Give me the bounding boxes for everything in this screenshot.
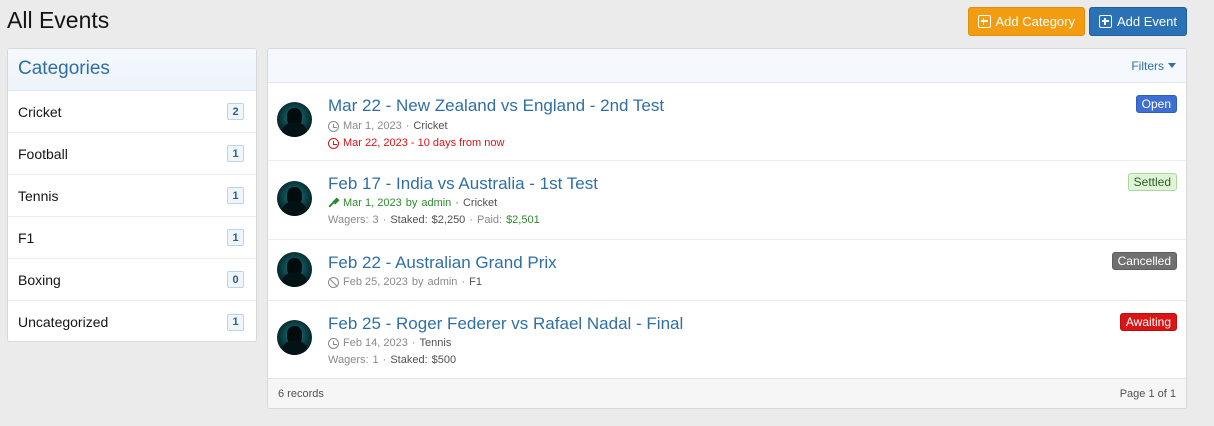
clock-icon xyxy=(328,121,339,132)
separator-dot: · xyxy=(455,197,459,209)
category-count-badge: 1 xyxy=(227,229,244,246)
category-label: F1 xyxy=(18,229,35,246)
wagers-label: Wagers: xyxy=(328,214,369,226)
separator-dot: · xyxy=(461,276,466,288)
event-category-link[interactable]: Cricket xyxy=(463,195,497,212)
event-stats: Wagers: 3 · Staked: $2,250 · Paid: $2,50… xyxy=(328,212,1176,229)
event-meta: Mar 1, 2023 by admin · Cricket xyxy=(328,195,1176,212)
sidebar-item-football[interactable]: Football 1 xyxy=(8,133,256,175)
plus-square-icon xyxy=(977,15,991,28)
wagers-value: 3 xyxy=(372,214,379,226)
event-row: Feb 17 - India vs Australia - 1st Test M… xyxy=(268,161,1186,240)
sidebar-item-tennis[interactable]: Tennis 1 xyxy=(8,175,256,217)
caret-down-icon xyxy=(1168,63,1176,68)
sidebar-item-boxing[interactable]: Boxing 0 xyxy=(8,259,256,301)
event-category-link[interactable]: F1 xyxy=(469,274,482,291)
status-badge: Cancelled xyxy=(1111,252,1177,270)
plus-square-icon xyxy=(1099,15,1112,28)
status-badge: Settled xyxy=(1127,173,1177,191)
category-label: Football xyxy=(18,145,68,162)
add-category-label: Add Category xyxy=(995,14,1076,29)
category-label: Uncategorized xyxy=(18,314,109,330)
event-by: by xyxy=(411,276,424,288)
separator-dot: · xyxy=(382,354,387,366)
event-row: Feb 22 - Australian Grand Prix Feb 25, 2… xyxy=(268,240,1186,301)
top-toolbar: Add Category Add Event xyxy=(967,7,1187,36)
category-count-badge: 0 xyxy=(227,271,244,288)
event-row: Feb 25 - Roger Federer vs Rafael Nadal -… xyxy=(268,301,1186,379)
add-event-label: Add Event xyxy=(1117,14,1177,29)
event-alarm-text: Mar 22, 2023 - 10 days from now xyxy=(343,137,505,149)
event-title-link[interactable]: Mar 22 - New Zealand vs England - 2nd Te… xyxy=(328,96,664,116)
event-category-link[interactable]: Cricket xyxy=(413,118,447,135)
category-label: Cricket xyxy=(18,103,62,120)
event-meta: Feb 25, 2023 by admin · F1 xyxy=(328,274,1176,291)
sidebar-item-cricket[interactable]: Cricket 2 xyxy=(8,91,256,133)
event-stats: Wagers: 1 · Staked: $500 xyxy=(328,352,1176,369)
event-meta: Feb 14, 2023 · Tennis xyxy=(328,335,1176,352)
staked-label: Staked: xyxy=(390,354,428,366)
records-count: 6 records xyxy=(278,387,324,400)
event-row: Mar 22 - New Zealand vs England - 2nd Te… xyxy=(268,83,1186,161)
filters-dropdown[interactable]: Filters xyxy=(1131,59,1176,73)
status-badge: Awaiting xyxy=(1119,313,1177,331)
event-category-link[interactable]: Tennis xyxy=(420,335,452,352)
avatar[interactable] xyxy=(277,252,312,287)
ban-icon xyxy=(328,277,339,288)
paid-value: $2,501 xyxy=(506,214,540,226)
events-panel-footer: 6 records Page 1 of 1 xyxy=(268,378,1186,408)
category-label: Boxing xyxy=(18,271,61,288)
separator-dot: · xyxy=(469,214,473,226)
event-author-link[interactable]: admin xyxy=(427,274,457,291)
category-count-badge: 2 xyxy=(227,103,244,120)
sidebar-item-uncategorized[interactable]: Uncategorized 1 xyxy=(8,301,256,341)
add-category-button[interactable]: Add Category xyxy=(967,7,1085,36)
avatar[interactable] xyxy=(277,320,312,355)
avatar[interactable] xyxy=(277,181,312,216)
staked-value: $500 xyxy=(431,354,457,366)
alarm-clock-icon xyxy=(328,138,339,149)
add-event-button[interactable]: Add Event xyxy=(1089,7,1187,36)
category-count-badge: 1 xyxy=(227,313,244,331)
event-date: Mar 1, 2023 xyxy=(343,197,402,209)
event-title-link[interactable]: Feb 17 - India vs Australia - 1st Test xyxy=(328,174,598,194)
filters-label: Filters xyxy=(1131,58,1164,73)
wagers-value: 1 xyxy=(372,354,379,366)
event-author-link[interactable]: admin xyxy=(421,195,451,212)
staked-value: $2,250 xyxy=(431,214,466,226)
separator-dot: · xyxy=(405,120,410,132)
clock-icon xyxy=(328,338,339,349)
events-panel: Filters Mar 22 - New Zealand vs England … xyxy=(267,48,1187,409)
event-title-link[interactable]: Feb 22 - Australian Grand Prix xyxy=(328,253,557,273)
staked-label: Staked: xyxy=(390,214,428,226)
status-badge: Open xyxy=(1135,95,1177,113)
event-alarm: Mar 22, 2023 - 10 days from now xyxy=(328,135,1176,152)
sidebar-item-f1[interactable]: F1 1 xyxy=(8,217,256,259)
categories-sidebar: Categories Cricket 2 Football 1 Tennis 1… xyxy=(7,48,257,342)
category-count-badge: 1 xyxy=(227,187,244,204)
event-by: by xyxy=(405,197,418,209)
categories-header: Categories xyxy=(8,49,256,91)
gavel-icon xyxy=(328,198,339,209)
page-title: All Events xyxy=(7,7,110,33)
event-date: Feb 25, 2023 xyxy=(343,276,408,288)
category-count-badge: 1 xyxy=(227,145,244,162)
separator-dot: · xyxy=(411,337,416,349)
category-label: Tennis xyxy=(18,187,59,204)
separator-dot: · xyxy=(382,214,387,226)
event-date: Feb 14, 2023 xyxy=(343,337,408,349)
event-date: Mar 1, 2023 xyxy=(343,120,402,132)
event-meta: Mar 1, 2023 · Cricket xyxy=(328,118,1176,135)
events-panel-header: Filters xyxy=(268,49,1186,83)
paid-label: Paid: xyxy=(476,214,503,226)
event-title-link[interactable]: Feb 25 - Roger Federer vs Rafael Nadal -… xyxy=(328,314,683,334)
wagers-label: Wagers: xyxy=(328,354,369,366)
pagination-label: Page 1 of 1 xyxy=(1119,387,1176,400)
avatar[interactable] xyxy=(277,102,312,137)
